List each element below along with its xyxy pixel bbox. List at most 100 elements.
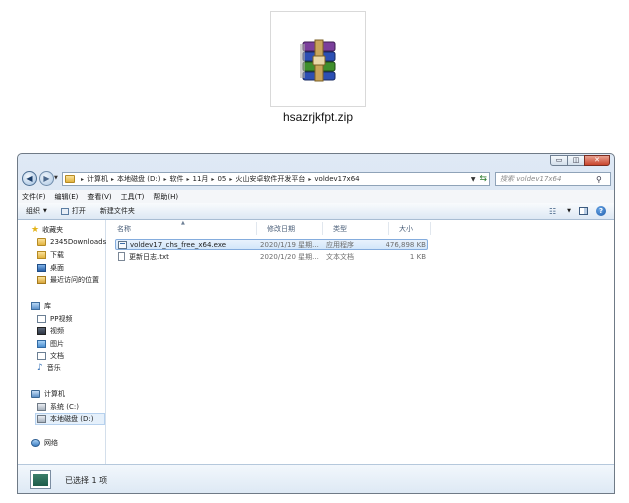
search-icon[interactable]: ⚲ <box>596 175 602 184</box>
nav-network[interactable]: 网络 <box>31 438 58 448</box>
column-size-label: 大小 <box>399 224 413 233</box>
table-row[interactable]: voldev17_chs_free_x64.exe 2020/1/19 星期..… <box>115 239 428 250</box>
exe-file-icon <box>118 240 127 249</box>
chevron-right-icon[interactable]: ▸ <box>229 176 232 183</box>
nav-item-pictures[interactable]: 图片 <box>37 339 64 349</box>
menu-file[interactable]: 文件(F) <box>22 192 46 202</box>
selected-file-thumbnail-icon <box>30 470 51 489</box>
zip-file-tile[interactable] <box>270 11 366 107</box>
nav-item-label: 本地磁盘 (D:) <box>50 415 94 423</box>
downloads-folder-icon <box>37 251 46 259</box>
change-view-icon[interactable]: ☷ <box>549 207 556 216</box>
file-list-pane[interactable]: 名称 ▲ 修改日期 类型 大小 voldev17_chs_free_x64.ex… <box>107 220 614 464</box>
computer-icon <box>31 390 40 398</box>
nav-item-label: 文档 <box>50 352 64 360</box>
folder-icon <box>65 175 75 183</box>
maximize-button[interactable]: ◫ <box>567 155 585 166</box>
chevron-right-icon[interactable]: ▸ <box>163 176 166 183</box>
organize-label: 组织 <box>26 207 40 215</box>
nav-item-system-c[interactable]: 系统 (C:) <box>37 402 79 412</box>
navigation-pane[interactable]: ★ 收藏夹 2345Downloads 下载 桌面 最近访问的位置 库 PP视频… <box>18 220 106 464</box>
status-text: 已选择 1 项 <box>65 476 108 485</box>
column-header-size[interactable]: 大小 <box>389 222 431 235</box>
address-dropdown-icon[interactable]: ▼ <box>471 176 476 183</box>
chevron-right-icon[interactable]: ▸ <box>308 176 311 183</box>
file-name: voldev17_chs_free_x64.exe <box>130 240 227 249</box>
nav-item-music[interactable]: ♪ 音乐 <box>37 363 61 373</box>
new-folder-button[interactable]: 新建文件夹 <box>100 206 135 216</box>
minimize-button[interactable]: ▭ <box>550 155 568 166</box>
nav-item-videos[interactable]: 视频 <box>37 326 64 336</box>
command-bar: 组织 ▼ 打开 新建文件夹 ☷ ▼ ? <box>18 203 614 220</box>
nav-item-downloads[interactable]: 下载 <box>37 250 64 260</box>
nav-item-label: 系统 (C:) <box>50 403 79 411</box>
chevron-right-icon[interactable]: ▸ <box>186 176 189 183</box>
nav-libraries[interactable]: 库 <box>31 301 51 311</box>
open-icon <box>60 207 69 215</box>
column-header-date[interactable]: 修改日期 <box>257 222 323 235</box>
video-icon <box>37 327 46 335</box>
nav-item-local-disk-d[interactable]: 本地磁盘 (D:) <box>35 413 105 425</box>
preview-pane-icon[interactable] <box>579 207 588 215</box>
recent-places-icon <box>37 276 46 284</box>
nav-favorites[interactable]: ★ 收藏夹 <box>31 225 63 235</box>
nav-item-documents[interactable]: 文档 <box>37 351 64 361</box>
back-button[interactable]: ◀ <box>22 171 37 186</box>
menu-tools[interactable]: 工具(T) <box>121 192 145 202</box>
menu-help[interactable]: 帮助(H) <box>153 192 178 202</box>
column-name-label: 名称 <box>117 224 131 233</box>
breadcrumb-november[interactable]: 11月 <box>193 174 209 184</box>
file-type-cell: 文本文档 <box>326 252 354 261</box>
breadcrumb-computer[interactable]: 计算机 <box>87 174 108 184</box>
star-icon: ★ <box>31 224 40 235</box>
winrar-archive-icon <box>300 39 336 82</box>
nav-item-recent-places[interactable]: 最近访问的位置 <box>37 275 99 285</box>
view-options-dropdown[interactable]: ▼ <box>564 208 571 214</box>
zip-file-name[interactable]: hsazrjkfpt.zip <box>262 110 374 124</box>
arrow-right-icon: ▶ <box>43 173 50 183</box>
close-button[interactable]: ✕ <box>584 155 610 166</box>
breadcrumb-drive-d[interactable]: 本地磁盘 (D:) <box>117 174 160 184</box>
breadcrumb-voldev[interactable]: voldev17x64 <box>314 175 359 183</box>
column-date-label: 修改日期 <box>267 224 295 233</box>
recent-pages-dropdown[interactable]: ▼ <box>54 175 58 181</box>
breadcrumb-platform[interactable]: 火山安卓软件开发平台 <box>235 174 305 184</box>
organize-button[interactable]: 组织 ▼ <box>26 206 47 216</box>
nav-item-label: 图片 <box>50 340 64 348</box>
breadcrumb-software[interactable]: 软件 <box>169 174 183 184</box>
file-name: 更新日志.txt <box>129 252 169 261</box>
chevron-right-icon[interactable]: ▸ <box>81 176 84 183</box>
nav-item-2345downloads[interactable]: 2345Downloads <box>37 238 106 246</box>
pp-video-icon <box>37 315 46 323</box>
folder-icon <box>37 238 46 246</box>
forward-button[interactable]: ▶ <box>39 171 54 186</box>
nav-item-label: PP视频 <box>50 315 73 323</box>
nav-item-label: 最近访问的位置 <box>50 276 99 284</box>
chevron-right-icon[interactable]: ▸ <box>111 176 114 183</box>
open-button[interactable]: 打开 <box>60 206 86 216</box>
nav-libraries-label: 库 <box>44 302 51 310</box>
breadcrumb-05[interactable]: 05 <box>217 175 226 183</box>
nav-item-label: 下载 <box>50 251 64 259</box>
column-header-type[interactable]: 类型 <box>323 222 389 235</box>
menu-view[interactable]: 查看(V) <box>87 192 111 202</box>
table-row[interactable]: 更新日志.txt 2020/1/20 星期... 文本文档 1 KB <box>115 251 428 262</box>
drive-icon <box>37 403 46 411</box>
column-header-name[interactable]: 名称 ▲ <box>107 220 257 235</box>
search-input[interactable] <box>496 173 594 185</box>
menu-edit[interactable]: 编辑(E) <box>55 192 79 202</box>
nav-item-pp-video[interactable]: PP视频 <box>37 314 72 324</box>
text-file-icon <box>118 252 125 261</box>
file-date-cell: 2020/1/19 星期... <box>260 240 319 249</box>
documents-icon <box>37 352 46 360</box>
drive-icon <box>37 415 46 423</box>
search-box[interactable]: ⚲ <box>495 172 611 186</box>
nav-favorites-label: 收藏夹 <box>42 226 64 234</box>
address-bar[interactable]: ▸ 计算机 ▸ 本地磁盘 (D:) ▸ 软件 ▸ 11月 ▸ 05 ▸ 火山安卓… <box>62 172 490 186</box>
nav-computer[interactable]: 计算机 <box>31 389 65 399</box>
details-pane: 已选择 1 项 <box>18 464 614 493</box>
refresh-icon[interactable]: ⇆ <box>479 174 487 184</box>
chevron-right-icon[interactable]: ▸ <box>211 176 214 183</box>
help-icon[interactable]: ? <box>596 206 606 216</box>
nav-item-desktop[interactable]: 桌面 <box>37 263 64 273</box>
